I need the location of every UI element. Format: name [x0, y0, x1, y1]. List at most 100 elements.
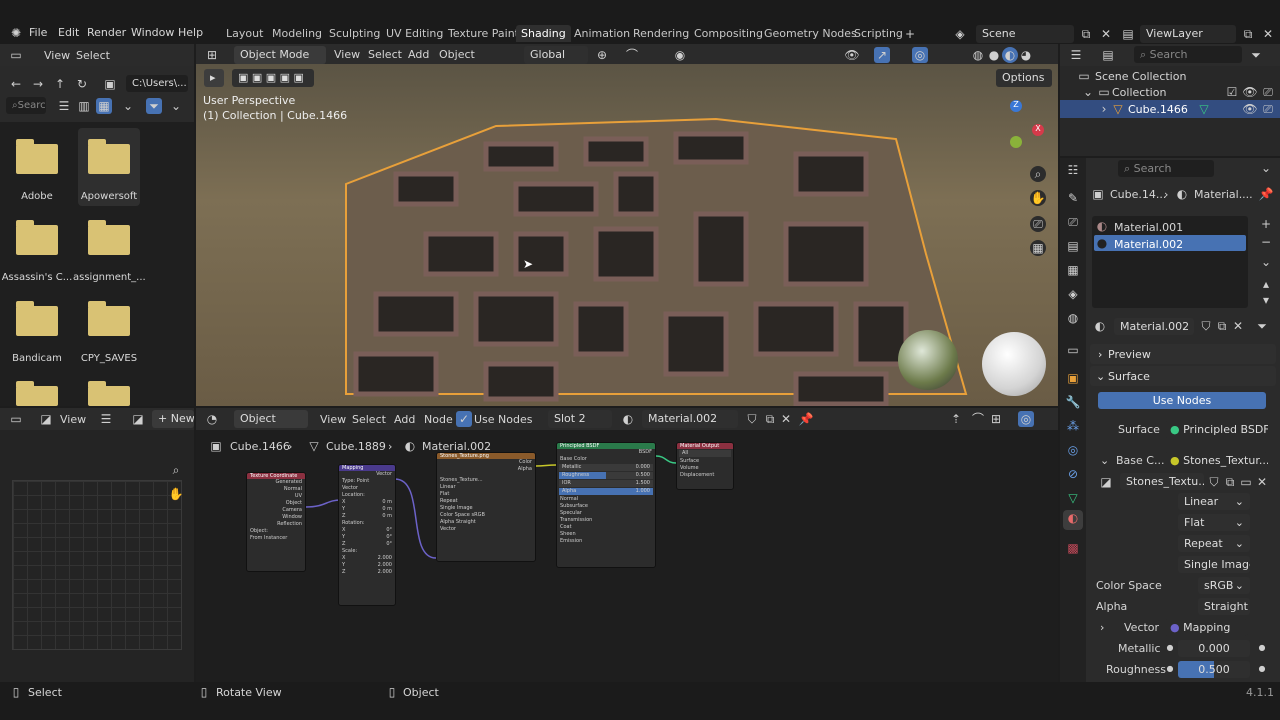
chevron-down-icon[interactable]: ⌄ [1258, 160, 1274, 176]
refresh-icon[interactable]: ↻ [74, 76, 90, 92]
physics-tab-icon[interactable]: ◎ [1065, 442, 1081, 458]
editor-type-icon[interactable]: ▭ [8, 411, 24, 427]
move-up-icon[interactable]: ▴ [1258, 276, 1274, 292]
eye-icon[interactable]: 👁 [1242, 101, 1258, 117]
folder-label[interactable]: Apowersoft [73, 191, 145, 202]
projection-dropdown[interactable]: Flat ⌄ [1178, 514, 1250, 531]
menu-edit[interactable]: Edit [58, 26, 79, 39]
scene-tab-icon[interactable]: ◈ [1065, 286, 1081, 302]
wireframe-shading-icon[interactable]: ◍ [970, 47, 986, 63]
material-slot-item[interactable]: Material.002 [1114, 238, 1183, 251]
image-browse-icon[interactable]: ◪ [1098, 474, 1114, 490]
menu-icon[interactable]: ☰ [98, 411, 114, 427]
material-slot-item[interactable]: Material.001 [1114, 221, 1183, 234]
image-editor[interactable]: ⌕ ✋ [0, 430, 194, 682]
tab-shading[interactable]: Shading [516, 25, 571, 42]
data-tab-icon[interactable]: ▽ [1065, 490, 1081, 506]
parent-node-tree-icon[interactable]: ⇡ [948, 411, 964, 427]
slot-dropdown[interactable]: Slot 2 [548, 410, 612, 428]
particles-tab-icon[interactable]: ⁂ [1065, 418, 1081, 434]
editor-type-icon[interactable]: ⊞ [204, 47, 220, 63]
menu-render[interactable]: Render [87, 26, 126, 39]
world-tab-icon[interactable]: ◍ [1065, 310, 1081, 326]
vp-select-menu[interactable]: Select [368, 48, 402, 61]
filter-icon[interactable]: ⏷ [146, 98, 162, 114]
pin-icon[interactable]: 📌 [1258, 186, 1274, 202]
render-tab-icon[interactable]: ⎚ [1065, 214, 1081, 230]
tab-texture-paint[interactable]: Texture Paint [446, 27, 521, 40]
editor-type-icon[interactable]: ☰ [1068, 47, 1084, 63]
object-label[interactable]: Cube.1466 [1128, 103, 1188, 116]
x-axis-icon[interactable]: X [1032, 124, 1044, 136]
scene-selector[interactable]: Scene [976, 25, 1074, 43]
fake-user-icon[interactable]: ⛉ [1206, 474, 1222, 490]
add-workspace-icon[interactable]: + [902, 26, 918, 42]
constraints-tab-icon[interactable]: ⊘ [1065, 466, 1081, 482]
material-preview-icon[interactable]: ◐ [1002, 47, 1018, 63]
roughness-slider[interactable]: 0.500 [1178, 661, 1250, 678]
folder-icon[interactable] [16, 220, 58, 255]
chevron-down-icon[interactable]: ⌄ [1258, 254, 1274, 270]
unlink-icon[interactable]: ✕ [1254, 474, 1270, 490]
zoom-icon[interactable]: ⌕ [1030, 166, 1046, 182]
shader-type-dropdown[interactable]: Object [234, 410, 308, 428]
vp-add-menu[interactable]: Add [408, 48, 429, 61]
move-down-icon[interactable]: ▾ [1258, 292, 1274, 308]
folder-label[interactable]: assignment_... [73, 272, 145, 283]
pin-icon[interactable]: 📌 [798, 411, 814, 427]
display-mode-icon[interactable]: ▤ [1100, 47, 1116, 63]
new-viewlayer-icon[interactable]: ⧉ [1240, 26, 1256, 42]
ne-node-menu[interactable]: Node [424, 413, 453, 426]
chevron-down-icon[interactable]: ⌄ [1100, 454, 1109, 472]
folder-label[interactable]: Bandicam [1, 353, 73, 364]
use-nodes-checkbox[interactable]: ✓ [456, 411, 472, 427]
folder-icon[interactable] [16, 301, 58, 336]
fake-user-icon[interactable]: ⛉ [744, 411, 760, 427]
tab-rendering[interactable]: Rendering [631, 27, 691, 40]
principled-bsdf-node[interactable]: Principled BSDF BSDF Base Color Metallic… [556, 442, 656, 568]
filter-icon[interactable]: ⏷ [1248, 47, 1264, 63]
material-browse-icon[interactable]: ◐ [620, 411, 636, 427]
tab-animation[interactable]: Animation [572, 27, 632, 40]
3d-viewport[interactable]: User Perspective (1) Collection | Cube.1… [196, 64, 1058, 406]
object-tab-icon[interactable]: ▣ [1065, 370, 1081, 386]
snap-icon[interactable]: ⌒ [624, 47, 640, 63]
menu-file[interactable]: File [29, 26, 47, 39]
snap-element-icon[interactable]: ⊞ [988, 411, 1004, 427]
unlink-icon[interactable]: ✕ [778, 411, 794, 427]
image-browse-icon[interactable]: ◪ [130, 411, 146, 427]
node-canvas[interactable]: ▣ Cube.1466 › ▽ Cube.1889 › ◐ Material.0… [196, 430, 1058, 682]
tab-scripting[interactable]: Scripting [852, 27, 905, 40]
back-icon[interactable]: ← [8, 76, 24, 92]
gizmo-icon[interactable]: ↗ [874, 47, 890, 63]
material-tab-icon[interactable]: ◐ [1063, 510, 1083, 530]
view-layer-tab-icon[interactable]: ▦ [1065, 262, 1081, 278]
source-dropdown[interactable]: Single Image⌄ [1178, 556, 1250, 573]
image-canvas-grid[interactable] [12, 480, 182, 650]
add-slot-icon[interactable]: + [1258, 216, 1274, 232]
snap-icon[interactable]: ⌒ [970, 411, 986, 427]
image-texture-node[interactable]: Stones_Texture.png Color Alpha Stones_Te… [436, 452, 536, 562]
properties-search-input[interactable]: ⌕ Search [1118, 160, 1214, 177]
zoom-icon[interactable]: ⌕ [168, 462, 184, 478]
texture-coordinate-node[interactable]: Texture Coordinate Generated Normal UV O… [246, 472, 306, 572]
color-space-dropdown[interactable]: sRGB ⌄ [1198, 577, 1250, 594]
checkbox-icon[interactable]: ☑ [1224, 84, 1240, 100]
folder-icon[interactable] [88, 220, 130, 255]
surface-panel-title[interactable]: Surface [1108, 370, 1150, 383]
solid-shading-icon[interactable]: ● [986, 47, 1002, 63]
editor-type-icon[interactable]: ☷ [1065, 162, 1081, 178]
unlink-icon[interactable]: ✕ [1230, 318, 1246, 334]
folder-open-icon[interactable]: ▭ [1238, 474, 1254, 490]
fb-view-menu[interactable]: View [44, 49, 70, 62]
ie-view-menu[interactable]: View [60, 413, 86, 426]
chevron-down-icon[interactable]: ⌄ [168, 98, 184, 114]
folder-icon[interactable] [88, 381, 130, 406]
preview-panel-title[interactable]: Preview [1108, 348, 1151, 361]
viewlayer-selector[interactable]: ViewLayer [1140, 25, 1236, 43]
surface-shader-field[interactable]: ● Principled BSDF [1164, 421, 1268, 438]
new-scene-icon[interactable]: ⧉ [1078, 26, 1094, 42]
material-name-field[interactable]: Material.002 [1114, 318, 1194, 335]
delete-scene-icon[interactable]: ✕ [1098, 26, 1114, 42]
editor-type-icon[interactable]: ▭ [8, 47, 24, 63]
